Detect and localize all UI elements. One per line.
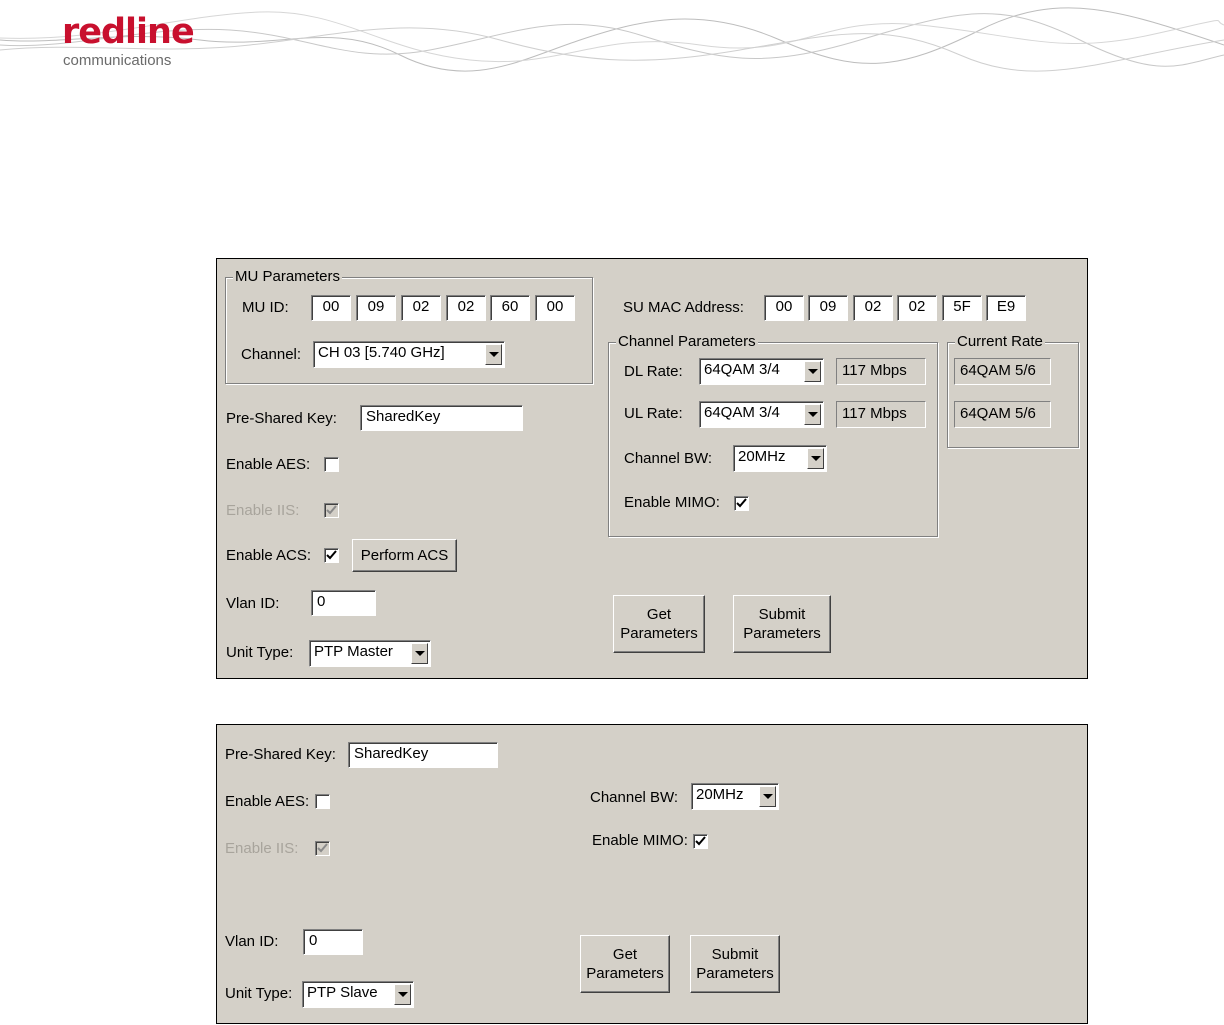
- checkmark-icon: [317, 843, 328, 853]
- mu-id-octet-1[interactable]: 00: [311, 295, 351, 321]
- current-rate-title: Current Rate: [955, 333, 1045, 351]
- enable-aes-checkbox[interactable]: [315, 794, 330, 809]
- chevron-down-icon[interactable]: [485, 344, 502, 365]
- su-mac-octet-2[interactable]: 09: [808, 295, 848, 321]
- pre-shared-key-input[interactable]: SharedKey: [360, 405, 523, 431]
- dl-rate-select-value: 64QAM 3/4: [704, 361, 780, 378]
- mu-id-label: MU ID:: [242, 299, 289, 316]
- enable-iis-label: Enable IIS:: [225, 840, 299, 857]
- ul-rate-mbps: 117 Mbps: [836, 401, 926, 428]
- su-mac-octet-5[interactable]: 5F: [942, 295, 982, 321]
- vlan-id-label: Vlan ID:: [225, 933, 279, 950]
- slave-config-panel: Pre-Shared Key: SharedKey Enable AES: En…: [216, 724, 1088, 1024]
- get-parameters-button[interactable]: Get Parameters: [580, 935, 670, 993]
- channel-bw-select-value: 20MHz: [738, 448, 786, 465]
- pre-shared-key-label: Pre-Shared Key:: [226, 410, 337, 427]
- checkmark-icon: [695, 836, 706, 846]
- unit-type-label: Unit Type:: [226, 644, 294, 661]
- enable-iis-label: Enable IIS:: [226, 502, 300, 519]
- dl-rate-label: DL Rate:: [624, 363, 683, 380]
- su-mac-octet-1[interactable]: 00: [764, 295, 804, 321]
- unit-type-select-value: PTP Slave: [307, 984, 378, 1001]
- current-ul-rate: 64QAM 5/6: [954, 401, 1051, 428]
- channel-bw-label: Channel BW:: [624, 450, 713, 467]
- unit-type-select-value: PTP Master: [314, 643, 393, 660]
- channel-bw-select[interactable]: 20MHz: [733, 445, 827, 472]
- brand-logo-subtitle: communications: [63, 52, 172, 69]
- enable-acs-checkbox[interactable]: [324, 548, 339, 563]
- chevron-down-icon[interactable]: [411, 643, 428, 664]
- vlan-id-label: Vlan ID:: [226, 595, 280, 612]
- unit-type-select[interactable]: PTP Slave: [302, 981, 414, 1008]
- chevron-down-icon[interactable]: [394, 984, 411, 1005]
- enable-aes-label: Enable AES:: [226, 456, 311, 473]
- ul-rate-select[interactable]: 64QAM 3/4: [699, 401, 824, 428]
- unit-type-select[interactable]: PTP Master: [309, 640, 431, 667]
- enable-mimo-checkbox[interactable]: [693, 834, 708, 849]
- chevron-down-icon[interactable]: [807, 448, 824, 469]
- enable-mimo-label: Enable MIMO:: [624, 494, 720, 511]
- mu-id-octet-4[interactable]: 02: [446, 295, 486, 321]
- vlan-id-input[interactable]: 0: [303, 929, 363, 955]
- enable-mimo-checkbox[interactable]: [734, 496, 749, 511]
- su-mac-octet-3[interactable]: 02: [853, 295, 893, 321]
- channel-bw-select[interactable]: 20MHz: [691, 783, 779, 810]
- su-mac-address-label: SU MAC Address:: [623, 299, 744, 316]
- enable-acs-label: Enable ACS:: [226, 547, 312, 564]
- chevron-down-icon[interactable]: [759, 786, 776, 807]
- enable-aes-label: Enable AES:: [225, 793, 310, 810]
- brand-logo-text: redline: [62, 12, 195, 52]
- channel-parameters-title: Channel Parameters: [616, 333, 758, 351]
- channel-select-value: CH 03 [5.740 GHz]: [318, 344, 445, 361]
- chevron-down-icon[interactable]: [804, 361, 821, 382]
- checkmark-icon: [326, 505, 337, 515]
- enable-mimo-label: Enable MIMO:: [592, 832, 688, 849]
- su-mac-octet-6[interactable]: E9: [986, 295, 1026, 321]
- enable-iis-checkbox: [324, 503, 339, 518]
- mu-id-octet-6[interactable]: 00: [535, 295, 575, 321]
- channel-label: Channel:: [241, 346, 302, 363]
- pre-shared-key-label: Pre-Shared Key:: [225, 746, 336, 763]
- dl-rate-mbps: 117 Mbps: [836, 358, 926, 385]
- checkmark-icon: [326, 550, 337, 560]
- su-mac-octet-4[interactable]: 02: [897, 295, 937, 321]
- get-parameters-button[interactable]: Get Parameters: [613, 595, 705, 653]
- chevron-down-icon[interactable]: [804, 404, 821, 425]
- submit-parameters-button[interactable]: Submit Parameters: [690, 935, 780, 993]
- perform-acs-button[interactable]: Perform ACS: [352, 539, 457, 572]
- mu-id-octet-5[interactable]: 60: [490, 295, 530, 321]
- pre-shared-key-input[interactable]: SharedKey: [348, 742, 498, 768]
- mu-id-octet-3[interactable]: 02: [401, 295, 441, 321]
- mu-id-octet-2[interactable]: 09: [356, 295, 396, 321]
- channel-bw-label: Channel BW:: [590, 789, 679, 806]
- dl-rate-select[interactable]: 64QAM 3/4: [699, 358, 824, 385]
- ul-rate-label: UL Rate:: [624, 405, 683, 422]
- enable-aes-checkbox[interactable]: [324, 457, 339, 472]
- ul-rate-select-value: 64QAM 3/4: [704, 404, 780, 421]
- current-dl-rate: 64QAM 5/6: [954, 358, 1051, 385]
- channel-bw-select-value: 20MHz: [696, 786, 744, 803]
- enable-iis-checkbox: [315, 841, 330, 856]
- checkmark-icon: [736, 498, 747, 508]
- mu-parameters-title: MU Parameters: [233, 268, 343, 286]
- master-config-panel: MU Parameters MU ID: 00 09 02 02 60 00 C…: [216, 258, 1088, 679]
- unit-type-label: Unit Type:: [225, 985, 293, 1002]
- submit-parameters-button[interactable]: Submit Parameters: [733, 595, 831, 653]
- channel-select[interactable]: CH 03 [5.740 GHz]: [313, 341, 505, 368]
- vlan-id-input[interactable]: 0: [311, 590, 376, 616]
